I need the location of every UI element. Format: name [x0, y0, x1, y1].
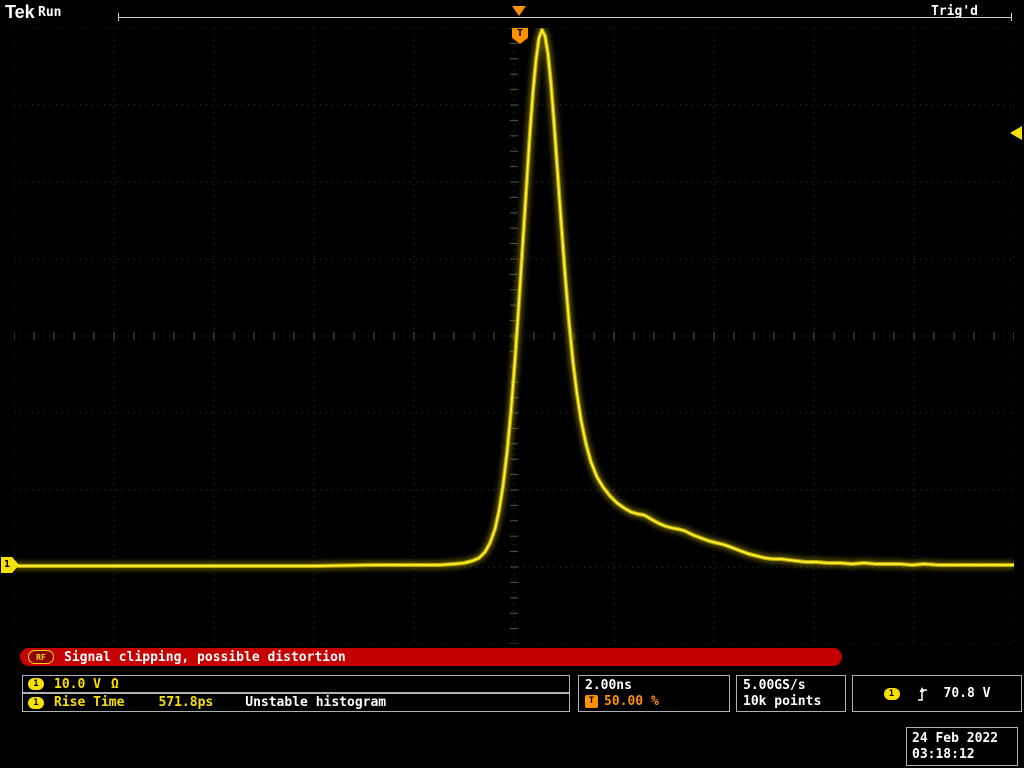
measurement-readout-box[interactable]: 1 Rise Time 571.8ps Unstable histogram — [22, 693, 570, 712]
sample-rate: 5.00GS/s — [743, 678, 839, 693]
measurement-value: 571.8ps — [158, 695, 213, 710]
trigger-level-arrow-icon[interactable] — [1010, 126, 1022, 140]
channel1-coupling: Ω — [111, 677, 119, 692]
date-value: 24 Feb 2022 — [912, 731, 1012, 746]
warning-banner: RF Signal clipping, possible distortion — [20, 648, 842, 666]
measurement-label: Rise Time — [54, 695, 124, 710]
trigger-level-value: 70.8 V — [944, 686, 991, 701]
time-value: 03:18:12 — [912, 747, 1012, 762]
measurement-channel-badge: 1 — [28, 697, 44, 709]
channel1-badge: 1 — [28, 678, 44, 690]
tek-logo: Tek — [5, 2, 35, 23]
warning-badge-icon: RF — [28, 650, 54, 664]
waveform-ch1 — [14, 28, 1014, 644]
rising-edge-icon — [916, 686, 928, 702]
datetime-box: 24 Feb 2022 03:18:12 — [906, 727, 1018, 766]
warning-text: Signal clipping, possible distortion — [64, 650, 346, 665]
oscilloscope-screen: { "header": { "logo": "Tek", "acq_status… — [0, 0, 1024, 768]
trigger-position-badge: T — [585, 695, 598, 708]
record-view-right-tick — [1011, 13, 1012, 21]
timebase-scale: 2.00ns — [585, 678, 723, 693]
measurement-status: Unstable histogram — [245, 695, 386, 710]
graticule — [14, 28, 1014, 644]
trigger-position-value: 50.00 % — [604, 694, 659, 709]
acquisition-readout-box[interactable]: 5.00GS/s 10k points — [736, 675, 846, 712]
channel1-readout-box[interactable]: 1 10.0 V Ω — [22, 675, 570, 693]
acquisition-status: Run — [38, 5, 61, 20]
trigger-source-badge: 1 — [884, 688, 900, 700]
record-trigger-position-icon[interactable] — [512, 6, 526, 16]
record-view-line — [118, 17, 1012, 18]
trigger-readout-box[interactable]: 1 70.8 V — [852, 675, 1022, 712]
channel1-scale: 10.0 V — [54, 677, 101, 692]
record-length: 10k points — [743, 694, 839, 709]
record-view-left-tick — [118, 13, 119, 21]
timebase-readout-box[interactable]: 2.00ns T 50.00 % — [578, 675, 730, 712]
